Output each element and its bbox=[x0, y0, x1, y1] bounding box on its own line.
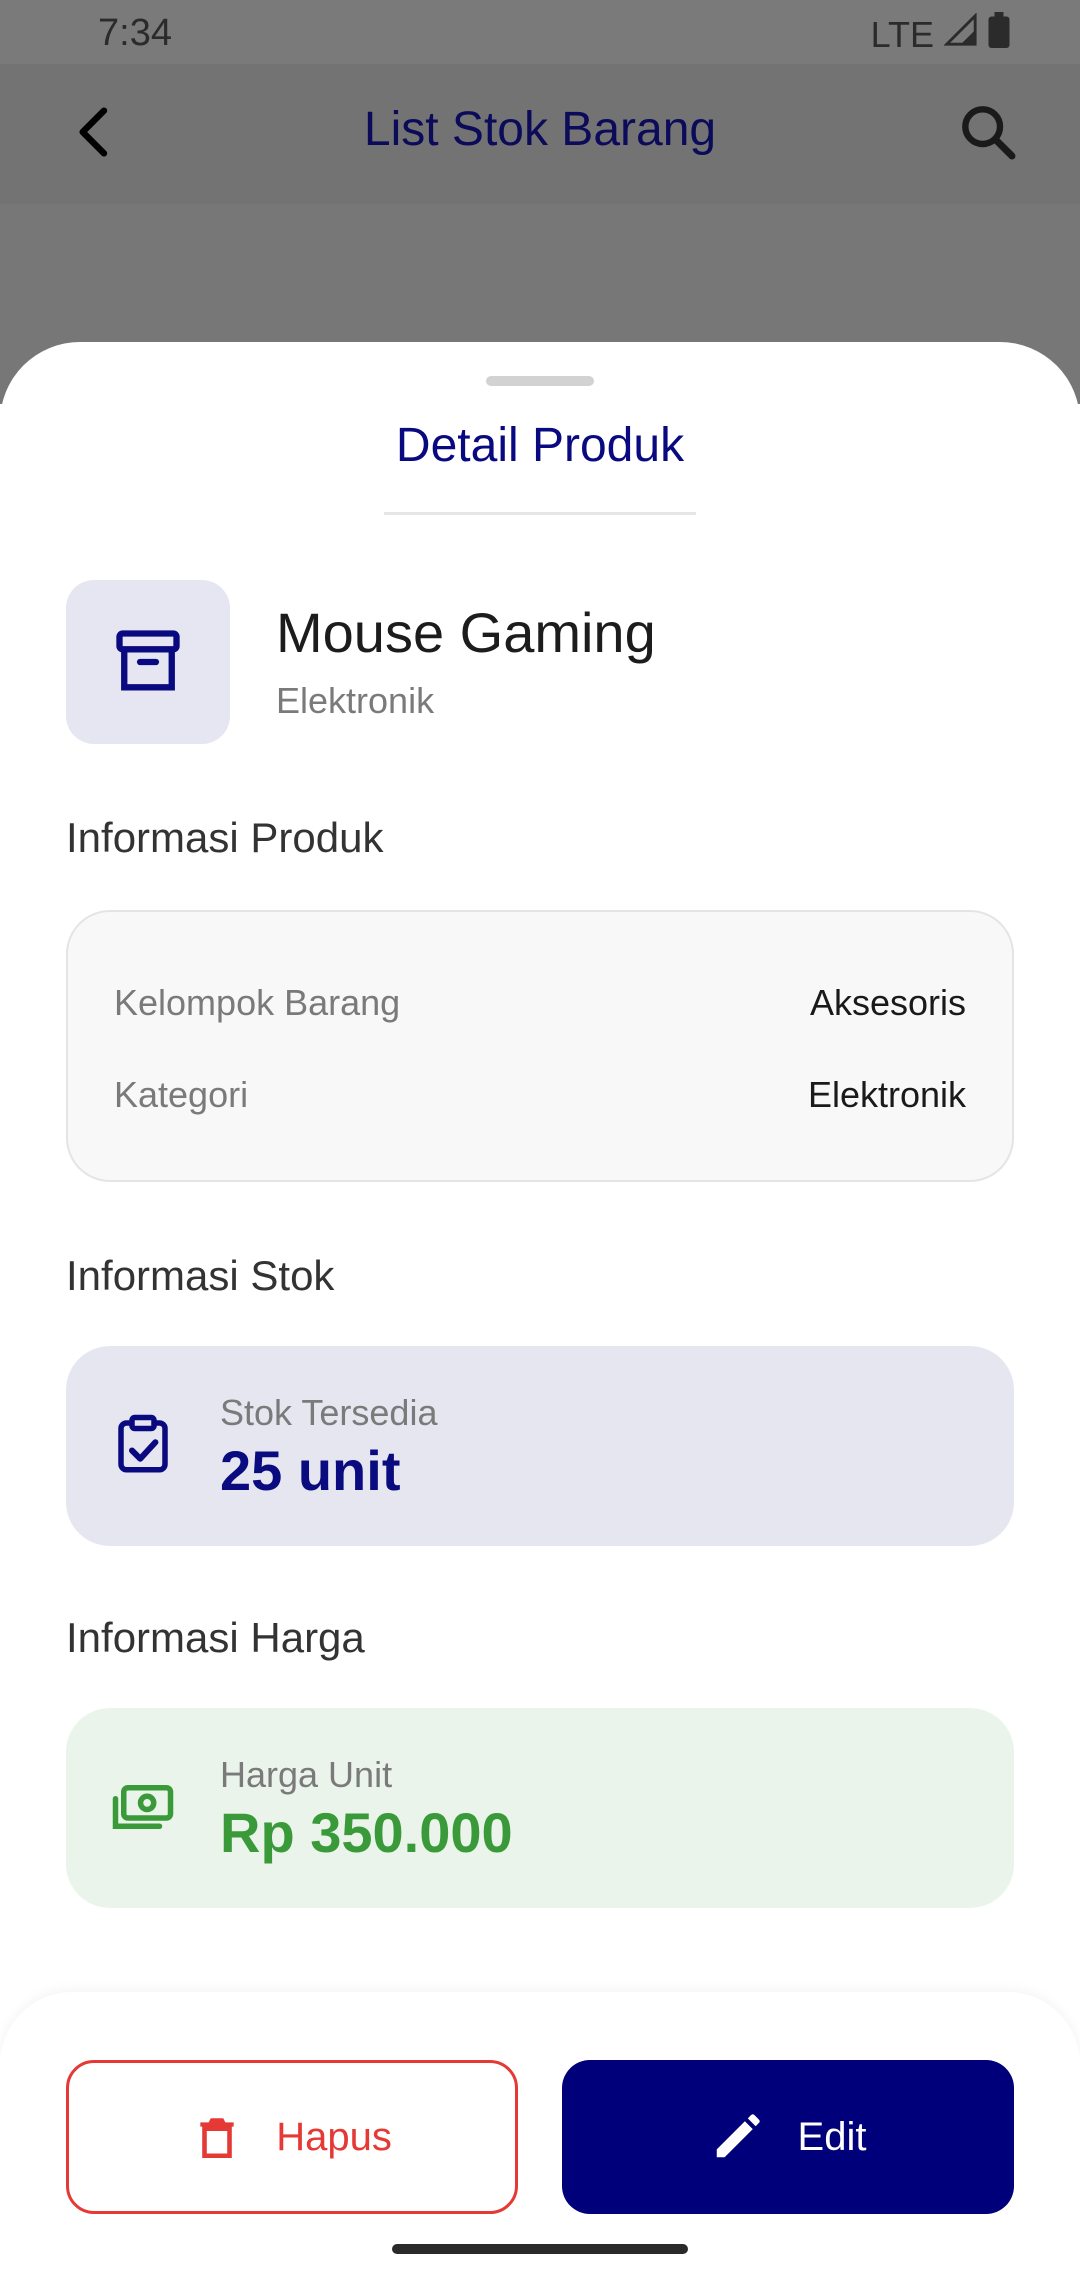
info-row: Kategori Elektronik bbox=[114, 1074, 966, 1116]
price-label: Harga Unit bbox=[220, 1754, 393, 1795]
info-key: Kelompok Barang bbox=[114, 982, 401, 1023]
product-category: Elektronik bbox=[276, 680, 435, 721]
gesture-nav-bar[interactable] bbox=[392, 2244, 688, 2254]
pencil-icon bbox=[716, 2114, 760, 2158]
price-card: Harga Unit Rp 350.000 bbox=[66, 1708, 1014, 1908]
drag-handle[interactable] bbox=[486, 376, 594, 386]
product-avatar bbox=[66, 580, 230, 744]
search-button[interactable] bbox=[956, 100, 1020, 164]
product-info-heading: Informasi Produk bbox=[66, 814, 384, 861]
product-detail-sheet: Detail Produk Mouse Gaming Elektronik In… bbox=[0, 342, 1080, 2280]
stock-card: Stok Tersedia 25 unit bbox=[66, 1346, 1014, 1546]
action-bar: Hapus Edit bbox=[0, 1992, 1080, 2280]
status-indicators: LTE bbox=[871, 12, 1010, 57]
edit-button-label: Edit bbox=[797, 2114, 867, 2159]
app-bar: List Stok Barang bbox=[0, 64, 1080, 204]
info-value: Elektronik bbox=[807, 1074, 966, 1115]
archive-box-icon bbox=[116, 630, 180, 691]
info-row: Kelompok Barang Aksesoris bbox=[114, 982, 966, 1024]
stock-info-heading: Informasi Stok bbox=[66, 1252, 335, 1299]
title-divider bbox=[384, 512, 696, 515]
search-icon bbox=[962, 106, 1016, 160]
price-value: Rp 350.000 bbox=[220, 1801, 513, 1864]
money-icon bbox=[112, 1785, 174, 1829]
trash-icon bbox=[200, 2118, 234, 2159]
signal-icon bbox=[943, 12, 978, 56]
page-title: List Stok Barang bbox=[363, 103, 717, 156]
product-name: Mouse Gaming bbox=[276, 601, 656, 664]
price-info-heading: Informasi Harga bbox=[66, 1614, 365, 1661]
delete-button[interactable]: Hapus bbox=[66, 2060, 518, 2214]
delete-button-label: Hapus bbox=[276, 2114, 392, 2159]
clipboard-check-icon bbox=[118, 1414, 168, 1473]
info-key: Kategori bbox=[114, 1074, 249, 1115]
edit-button[interactable]: Edit bbox=[562, 2060, 1014, 2214]
stock-label: Stok Tersedia bbox=[220, 1392, 438, 1433]
network-label: LTE bbox=[870, 13, 934, 55]
status-bar: 7:34 LTE bbox=[0, 0, 1080, 64]
status-time: 7:34 bbox=[98, 12, 172, 54]
info-value: Aksesoris bbox=[809, 982, 966, 1023]
battery-icon bbox=[988, 12, 1010, 57]
product-info-card: Kelompok Barang Aksesoris Kategori Elekt… bbox=[66, 910, 1014, 1182]
sheet-title: Detail Produk bbox=[395, 419, 685, 472]
stock-value: 25 unit bbox=[220, 1439, 401, 1502]
